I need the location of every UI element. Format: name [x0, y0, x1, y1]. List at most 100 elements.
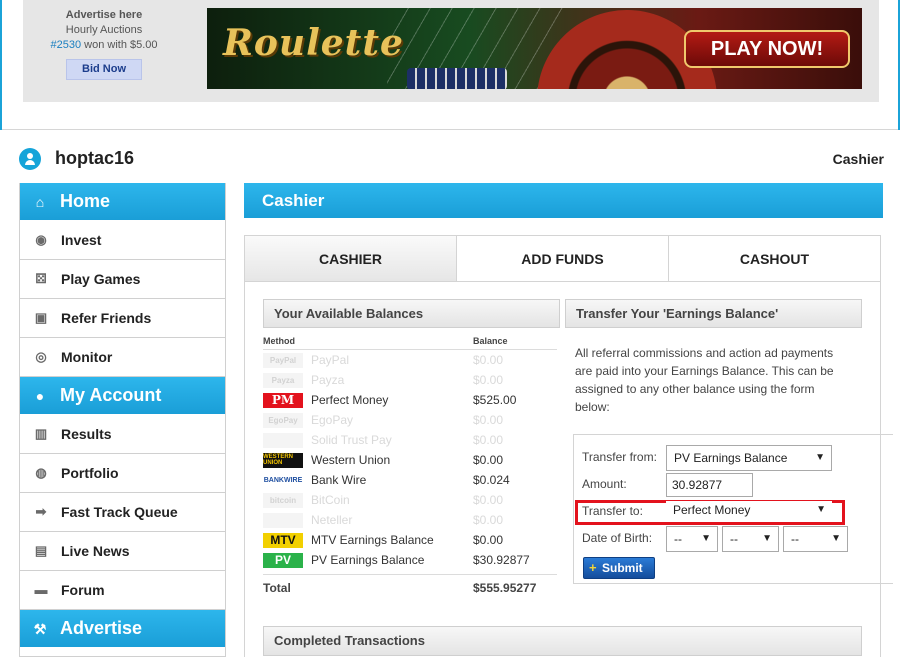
tab-add-funds[interactable]: ADD FUNDS — [456, 236, 668, 281]
forum-icon: ▬ — [34, 582, 48, 597]
sidebar-item-label: Refer Friends — [61, 310, 152, 326]
tab-cashier[interactable]: CASHIER — [245, 236, 456, 281]
balance-row: Solid Trust Pay $0.00 — [263, 430, 557, 450]
page-title: Cashier — [244, 183, 883, 218]
balance-value: $30.92877 — [473, 553, 530, 567]
balance-method-name: Payza — [311, 373, 345, 387]
roulette-banner[interactable]: Roulette PLAY NOW! — [207, 8, 862, 89]
dob-day-value: -- — [674, 532, 682, 546]
sidebar-section-advertise[interactable]: ⚒ Advertise — [20, 610, 225, 648]
balance-value: $0.00 — [473, 533, 504, 547]
dob-month-value: -- — [730, 532, 738, 546]
balance-row: WESTERN UNION Western Union $0.00 — [263, 450, 557, 470]
gavel-icon: ⚒ — [33, 620, 47, 637]
sidebar-item-label: Fast Track Queue — [61, 504, 178, 520]
dob-year-value: -- — [791, 532, 799, 546]
home-icon: ⌂ — [35, 193, 45, 210]
sidebar-section-label: My Account — [60, 385, 162, 405]
payment-logo-icon: Payza — [263, 372, 303, 388]
advertise-auction: Advertise here Hourly Auctions #2530 won… — [49, 8, 159, 80]
cashier-tabs: CASHIER ADD FUNDS CASHOUT — [245, 236, 880, 282]
submit-button[interactable]: Submit — [583, 557, 655, 579]
balance-row: Payza Payza $0.00 — [263, 370, 557, 390]
username: hoptac16 — [55, 148, 135, 168]
auction-id-link[interactable]: #2530 — [50, 39, 81, 51]
transfer-from-select[interactable]: PV Earnings Balance ▼ — [666, 445, 832, 471]
balances-header: Method Balance — [263, 336, 557, 350]
ad-container: Advertise here Hourly Auctions #2530 won… — [23, 0, 879, 102]
sidebar-item-monitor[interactable]: ◎ Monitor — [20, 338, 225, 377]
sidebar-item-invest[interactable]: ◉ Invest — [20, 221, 225, 260]
sidebar-section-home[interactable]: ⌂ Home — [20, 183, 225, 221]
balance-value: $0.00 — [473, 373, 504, 387]
payment-logo-icon — [263, 432, 303, 448]
dice-icon: ⚄ — [35, 271, 47, 286]
total-label: Total — [263, 580, 291, 595]
balances-box: Your Available Balances Method Balance P… — [263, 299, 560, 600]
transfer-title: Transfer Your 'Earnings Balance' — [565, 299, 862, 328]
bid-now-button[interactable]: Bid Now — [66, 59, 142, 80]
sidebar-item-fast-track-queue[interactable]: ➡ Fast Track Queue — [20, 493, 225, 532]
sidebar-item-label: Portfolio — [61, 465, 119, 481]
user-header: hoptac16 Cashier — [19, 146, 884, 172]
transfer-box: Transfer Your 'Earnings Balance' All ref… — [565, 299, 893, 584]
tab-cashout[interactable]: CASHOUT — [668, 236, 880, 281]
balance-method-name: Solid Trust Pay — [311, 433, 392, 447]
col-method: Method — [263, 336, 295, 346]
dob-day-select[interactable]: -- ▼ — [666, 526, 718, 552]
payment-logo-icon: BANKWIRE — [263, 476, 303, 484]
advertise-title: Advertise here — [65, 9, 143, 21]
page-breadcrumb: Cashier — [832, 151, 884, 167]
roulette-logo: Roulette — [223, 22, 404, 64]
amount-input[interactable]: 30.92877 — [666, 473, 753, 497]
sidebar-item-label: Invest — [61, 232, 102, 248]
balance-row: PV PV Earnings Balance $30.92877 — [263, 550, 557, 570]
user-icon — [19, 148, 41, 170]
balance-row: BANKWIRE Bank Wire $0.024 — [263, 470, 557, 490]
dob-label: Date of Birth: — [582, 531, 653, 545]
account-icon: ● — [35, 387, 45, 404]
sidebar-item-forum[interactable]: ▬ Forum — [20, 571, 225, 610]
bar-chart-icon: ▥ — [34, 426, 48, 441]
sidebar-item-refer-friends[interactable]: ▣ Refer Friends — [20, 299, 225, 338]
dob-year-select[interactable]: -- ▼ — [783, 526, 848, 552]
sidebar-item-play-games[interactable]: ⚄ Play Games — [20, 260, 225, 299]
sidebar-section-my-account[interactable]: ● My Account — [20, 377, 225, 415]
balance-row: Neteller $0.00 — [263, 510, 557, 530]
balance-method-name: Neteller — [311, 513, 353, 527]
banner-chips-graphic — [407, 68, 507, 89]
payment-logo-icon: WESTERN UNION — [263, 452, 303, 468]
balance-method-name: Bank Wire — [311, 473, 367, 487]
completed-transactions-title: Completed Transactions — [263, 626, 862, 656]
balance-method-name: MTV Earnings Balance — [311, 533, 434, 547]
chevron-down-icon: ▼ — [816, 504, 826, 515]
cashier-panel: CASHIER ADD FUNDS CASHOUT Your Available… — [244, 235, 893, 657]
sidebar-item-label: Play Games — [61, 271, 141, 287]
play-now-button[interactable]: PLAY NOW! — [684, 30, 850, 68]
balance-method-name: Western Union — [311, 453, 391, 467]
sidebar-item-results[interactable]: ▥ Results — [20, 415, 225, 454]
balances-title: Your Available Balances — [263, 299, 560, 328]
sidebar-item-label: Forum — [61, 582, 105, 598]
balance-row: bitcoin BitCoin $0.00 — [263, 490, 557, 510]
sidebar-item-portfolio[interactable]: ◍ Portfolio — [20, 454, 225, 493]
invest-icon: ◉ — [35, 232, 47, 247]
transfer-to-select[interactable]: Perfect Money ▼ — [666, 501, 832, 521]
sidebar-item-live-news[interactable]: ▤ Live News — [20, 532, 225, 571]
chevron-down-icon: ▼ — [762, 533, 772, 544]
balance-value: $0.00 — [473, 513, 504, 527]
chevron-down-icon: ▼ — [831, 533, 841, 544]
sidebar-item-label: Results — [61, 426, 112, 442]
balance-method-name: Perfect Money — [311, 393, 389, 407]
balance-method-name: EgoPay — [311, 413, 354, 427]
balances-rows: PayPal PayPal $0.00 Payza Payza $0.00 PM Perfec… — [263, 350, 557, 570]
transfer-to-label: Transfer to: — [582, 504, 643, 518]
chevron-down-icon: ▼ — [701, 533, 711, 544]
balance-method-name: PayPal — [311, 353, 350, 367]
fast-track-icon: ➡ — [35, 504, 47, 519]
balance-value: $0.00 — [473, 433, 504, 447]
dob-month-select[interactable]: -- ▼ — [722, 526, 779, 552]
balance-row: MTV MTV Earnings Balance $0.00 — [263, 530, 557, 550]
transfer-form: Transfer from: PV Earnings Balance ▼ Amou… — [573, 434, 893, 584]
transfer-from-label: Transfer from: — [582, 450, 657, 464]
